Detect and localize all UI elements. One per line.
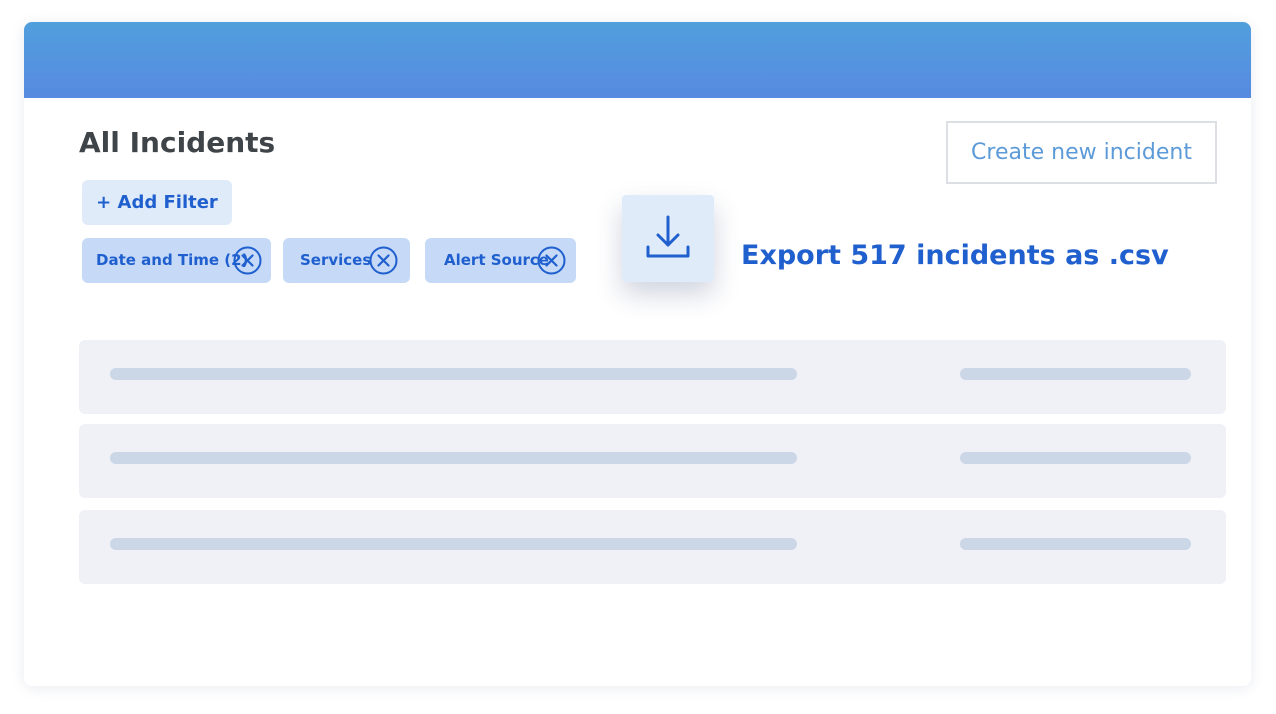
filter-chip-services: Services [283,238,410,283]
close-circle-icon[interactable] [233,246,262,275]
placeholder-bar [960,538,1191,550]
placeholder-bar [110,538,797,550]
filter-chip-alert-source: Alert Source [425,238,576,283]
close-circle-icon[interactable] [537,246,566,275]
incidents-card: All Incidents Create new incident + Add … [24,22,1251,686]
placeholder-bar [110,368,797,380]
header-bar [24,22,1251,98]
placeholder-bar [960,368,1191,380]
placeholder-bar [110,452,797,464]
filter-chip-label: Alert Source [444,251,549,269]
table-row-placeholder [79,510,1226,584]
download-icon [645,214,691,264]
placeholder-bar [960,452,1191,464]
filter-chip-date-and-time: Date and Time (2) [82,238,271,283]
page-title: All Incidents [79,126,276,159]
add-filter-button[interactable]: + Add Filter [82,180,232,225]
export-download-button[interactable] [622,195,714,282]
export-csv-link[interactable]: Export 517 incidents as .csv [741,240,1169,271]
create-incident-button[interactable]: Create new incident [946,121,1217,184]
close-circle-icon[interactable] [369,246,398,275]
filter-chip-label: Date and Time (2) [96,251,249,269]
filter-chip-label: Services [300,251,372,269]
table-row-placeholder [79,340,1226,414]
table-row-placeholder [79,424,1226,498]
